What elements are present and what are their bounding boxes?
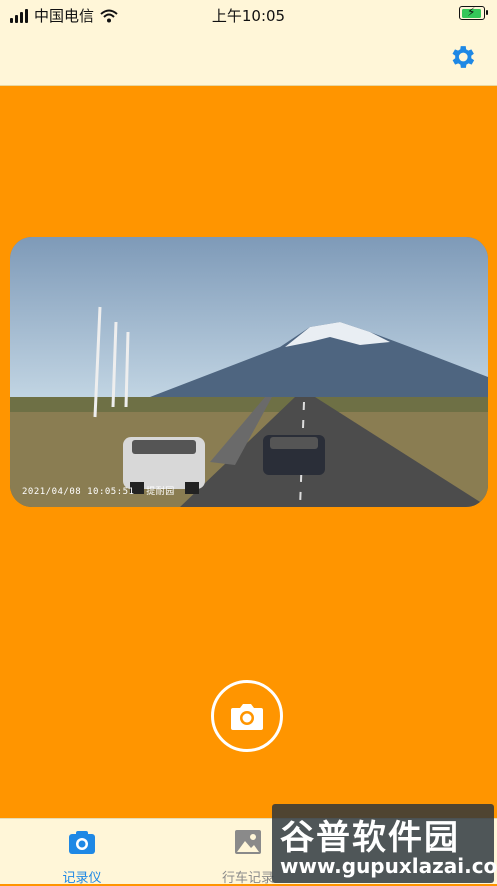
status-time: 上午10:05 [211,7,286,25]
watermark: 谷普软件园 www.gupuxlazai.com [272,804,497,883]
battery-icon: ⚡ [459,5,488,20]
camera-icon [69,831,95,854]
camera-preview: 2021/04/08 10:05:51 提耐园 [10,237,488,507]
video-timestamp: 2021/04/08 10:05:51 提耐园 [22,487,175,497]
tab-recorder-label: 记录仪 [62,871,102,886]
watermark-title: 谷普软件园 [280,818,460,858]
nav-bar [0,30,497,86]
road-scene-image [10,237,488,507]
camera-icon [231,704,263,730]
status-bar: 中国电信 上午10:05 ⚡ [0,0,497,30]
tab-recorder[interactable]: 记录仪 [42,827,122,886]
capture-button[interactable] [211,680,283,752]
watermark-url: www.gupuxlazai.com [280,854,497,878]
gear-icon[interactable] [447,42,477,72]
image-icon [235,830,261,854]
